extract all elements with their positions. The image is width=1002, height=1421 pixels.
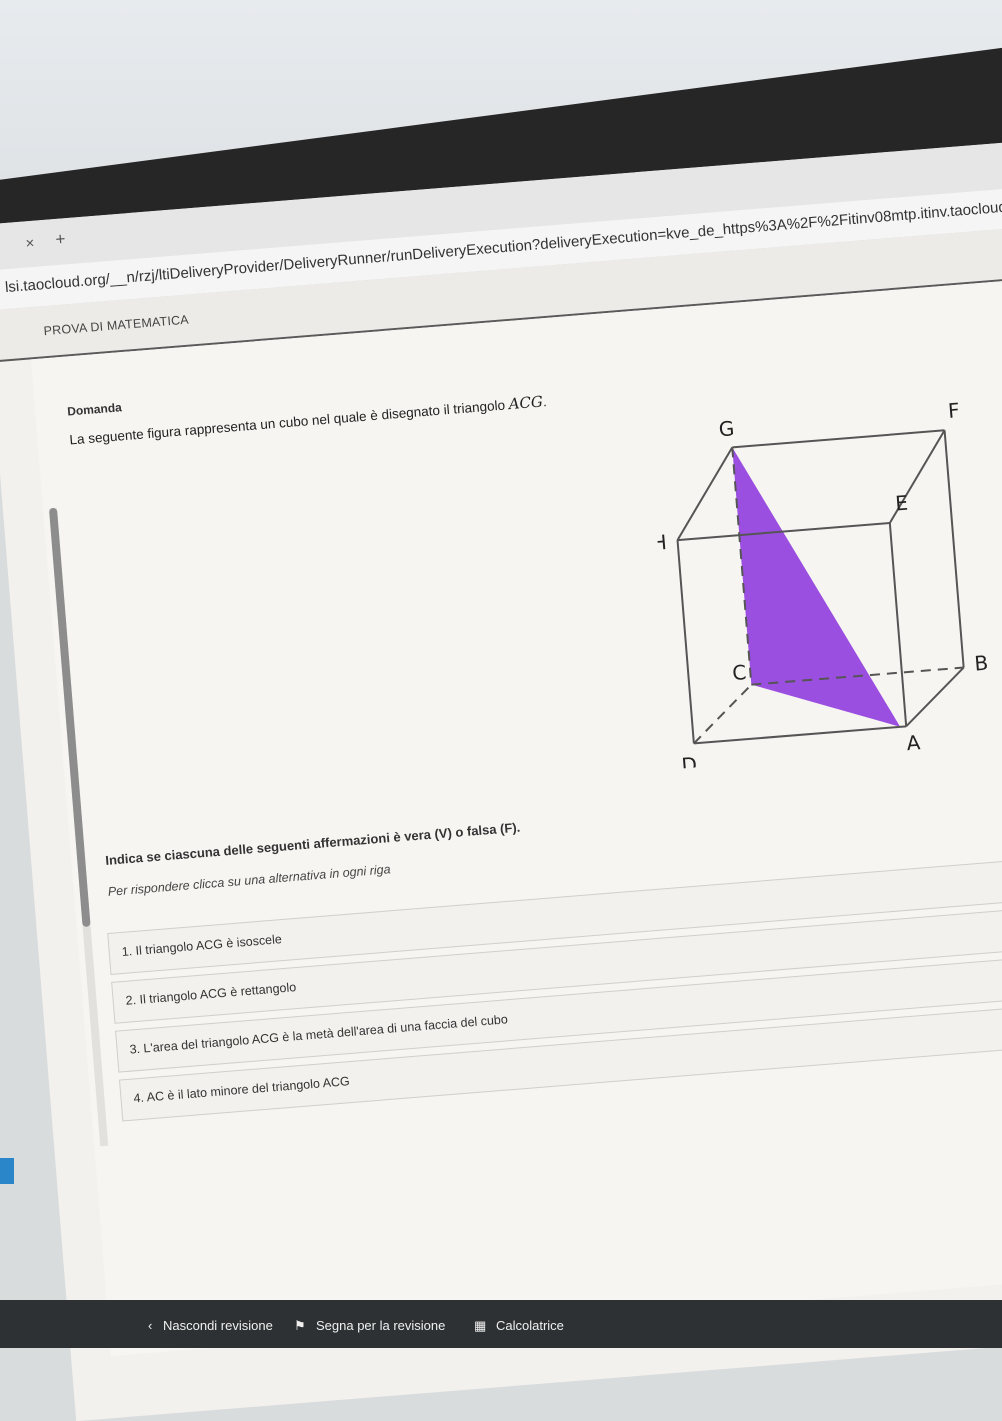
vertex-a: A bbox=[906, 730, 922, 755]
edge-fb bbox=[943, 430, 965, 668]
edge-ab bbox=[905, 666, 965, 728]
answer-label: 3. L'area del triangolo ACG è la metà de… bbox=[129, 1012, 509, 1057]
triangle-name: ACG bbox=[507, 392, 544, 414]
vertex-g: G bbox=[718, 416, 735, 441]
triangle-acg bbox=[732, 447, 901, 727]
edge-hg bbox=[676, 446, 734, 541]
answer-label: 1. Il triangolo ACG è isoscele bbox=[121, 932, 283, 959]
hide-review-button[interactable]: Nascondi revisione bbox=[163, 1318, 273, 1333]
hint-text: Per rispondere clicca su una alternativa… bbox=[107, 862, 392, 899]
answer-label: 2. Il triangolo ACG è rettangolo bbox=[125, 980, 297, 1008]
question-label: Domanda bbox=[66, 400, 123, 419]
vertex-f: F bbox=[947, 398, 960, 423]
answer-label: 4. AC è il lato minore del triangolo ACG bbox=[132, 1074, 351, 1106]
vertex-b: B bbox=[973, 651, 989, 676]
question-text: La seguente figura rappresenta un cubo n… bbox=[69, 392, 548, 448]
question-period: . bbox=[542, 394, 548, 410]
test-title: PROVA DI MATEMATICA bbox=[43, 312, 190, 339]
question-panel: Domanda La seguente figura rappresenta u… bbox=[30, 277, 1002, 1357]
vertex-d: D bbox=[681, 752, 698, 769]
vertex-e: E bbox=[894, 491, 909, 516]
answer-list: 1. Il triangolo ACG è isoscele 2. Il tri… bbox=[107, 856, 1002, 1128]
scrollbar-thumb[interactable] bbox=[48, 507, 91, 928]
browser-window: × + lsi.taocloud.org/__n/rzj/ltiDelivery… bbox=[0, 139, 1002, 1421]
footer-toolbar: ‹ Nascondi revisione ⚑ Segna per la revi… bbox=[0, 1300, 1002, 1348]
edge-ea bbox=[888, 522, 908, 727]
mark-review-button[interactable]: Segna per la revisione bbox=[316, 1318, 445, 1333]
edge-da bbox=[693, 725, 907, 745]
edge-gf bbox=[732, 429, 945, 449]
chevron-left-icon: ‹ bbox=[148, 1318, 153, 1333]
calculator-icon: ▦ bbox=[474, 1318, 487, 1333]
edge-hd bbox=[676, 539, 695, 744]
edge-fe bbox=[888, 429, 946, 524]
new-tab-button[interactable]: + bbox=[55, 229, 67, 250]
cube-figure: G F H E C B D A bbox=[651, 398, 989, 769]
vertex-h: H bbox=[651, 530, 668, 555]
flag-icon: ⚑ bbox=[294, 1318, 306, 1333]
edge-dc bbox=[693, 683, 753, 745]
close-tab-icon[interactable]: × bbox=[25, 235, 35, 253]
side-indicator bbox=[0, 1158, 14, 1184]
calculator-button[interactable]: Calcolatrice bbox=[496, 1318, 564, 1333]
vertex-c: C bbox=[731, 660, 747, 685]
instruction-text: Indica se ciascuna delle seguenti afferm… bbox=[104, 819, 521, 868]
question-prompt: La seguente figura rappresenta un cubo n… bbox=[68, 397, 506, 448]
